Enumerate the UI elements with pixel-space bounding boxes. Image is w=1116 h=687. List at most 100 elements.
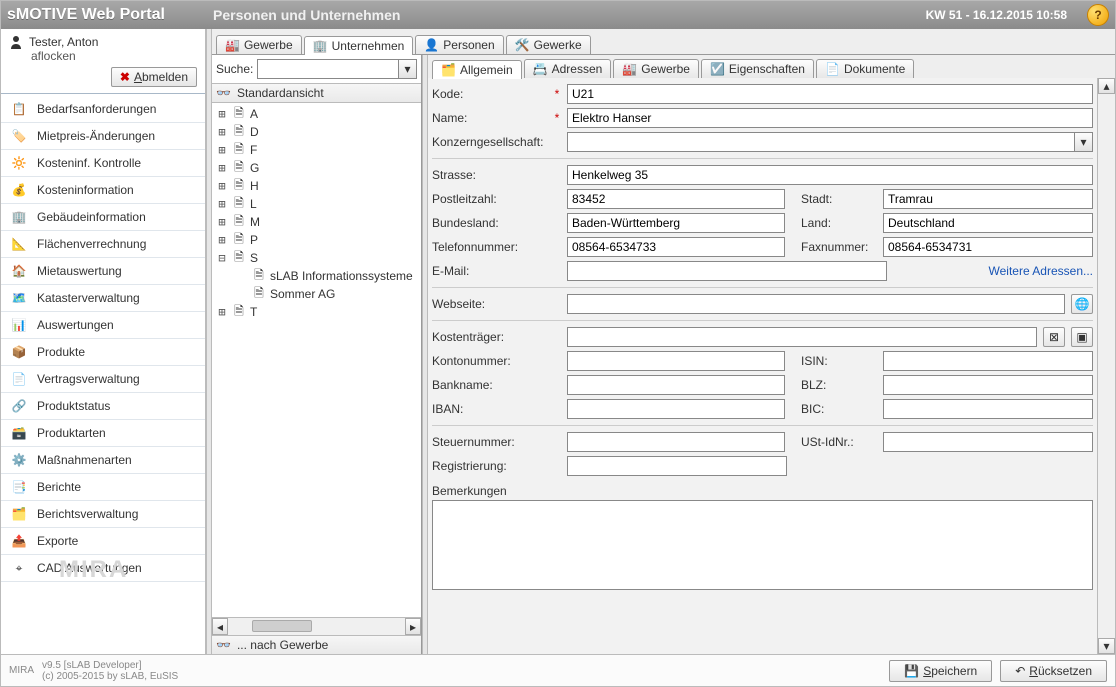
- nav-item-7[interactable]: 🗺️Katasterverwaltung: [1, 285, 205, 312]
- expander-icon[interactable]: ⊞: [216, 179, 228, 193]
- input-bundesland[interactable]: [567, 213, 785, 233]
- nav-item-17[interactable]: ⌖CAD Auswertungen: [1, 555, 205, 582]
- detail-tab-eigenschaften[interactable]: ☑️Eigenschaften: [701, 59, 814, 78]
- tree-node[interactable]: ⊞🗎T: [212, 303, 421, 321]
- document-icon: 🗎: [252, 284, 266, 305]
- input-iban[interactable]: [567, 399, 785, 419]
- tree-node[interactable]: ⊞🗎L: [212, 195, 421, 213]
- tree-node[interactable]: ⊞🗎M: [212, 213, 421, 231]
- input-kode[interactable]: [567, 84, 1093, 104]
- module-tab-gewerbe[interactable]: 🏭Gewerbe: [216, 35, 302, 54]
- detail-tab-dokumente[interactable]: 📄Dokumente: [816, 59, 914, 78]
- tree-node[interactable]: 🗎sLAB Informationssysteme: [212, 267, 421, 285]
- input-ust[interactable]: [883, 432, 1093, 452]
- input-konto[interactable]: [567, 351, 785, 371]
- input-blz[interactable]: [883, 375, 1093, 395]
- input-reg[interactable]: [567, 456, 787, 476]
- textarea-bemerkungen[interactable]: [432, 500, 1093, 590]
- tree-footer[interactable]: 👓 ... nach Gewerbe: [212, 635, 421, 654]
- scroll-thumb[interactable]: [252, 620, 312, 632]
- input-kostentraeger[interactable]: [567, 327, 1037, 347]
- nav-item-4[interactable]: 🏢Gebäudeinformation: [1, 204, 205, 231]
- save-button[interactable]: 💾 Speichern: [889, 660, 992, 682]
- input-plz[interactable]: [567, 189, 785, 209]
- nav-item-14[interactable]: 📑Berichte: [1, 474, 205, 501]
- scroll-left-icon[interactable]: ◂: [212, 618, 228, 635]
- module-tab-personen[interactable]: 👤Personen: [415, 35, 503, 54]
- logout-button[interactable]: ✖ Abmelden: [111, 67, 197, 87]
- detail-tab-adressen[interactable]: 📇Adressen: [524, 59, 612, 78]
- tree-hscrollbar[interactable]: ◂ ▸: [212, 617, 421, 635]
- input-bank[interactable]: [567, 375, 785, 395]
- scroll-up-icon[interactable]: ▴: [1098, 78, 1115, 94]
- reset-button[interactable]: ↶ Rücksetzen: [1000, 660, 1107, 682]
- detail-tabs: 🗂️Allgemein📇Adressen🏭Gewerbe☑️Eigenschaf…: [428, 55, 1115, 78]
- nav-item-2[interactable]: 🔆Kosteninf. Kontrolle: [1, 150, 205, 177]
- help-button[interactable]: ?: [1087, 4, 1109, 26]
- module-tab-gewerke[interactable]: 🛠️Gewerke: [506, 35, 591, 54]
- expander-icon[interactable]: ⊞: [216, 197, 228, 211]
- input-land[interactable]: [883, 213, 1093, 233]
- input-strasse[interactable]: [567, 165, 1093, 185]
- tree-node[interactable]: ⊞🗎D: [212, 123, 421, 141]
- globe-button[interactable]: 🌐: [1071, 294, 1093, 314]
- nav-item-11[interactable]: 🔗Produktstatus: [1, 393, 205, 420]
- expander-icon[interactable]: ⊟: [216, 251, 228, 265]
- scroll-down-icon[interactable]: ▾: [1098, 638, 1115, 654]
- input-tel[interactable]: [567, 237, 785, 257]
- label-iban: IBAN:: [432, 402, 547, 416]
- nav-item-label: Vertragsverwaltung: [37, 372, 140, 386]
- input-web[interactable]: [567, 294, 1065, 314]
- form-vscrollbar[interactable]: ▴ ▾: [1097, 78, 1115, 654]
- select-konzern[interactable]: ▾: [567, 132, 1093, 152]
- tree-node[interactable]: 🗎Sommer AG: [212, 285, 421, 303]
- undo-icon: ↶: [1015, 664, 1025, 678]
- nav-item-1[interactable]: 🏷️Mietpreis-Änderungen: [1, 123, 205, 150]
- chevron-down-icon[interactable]: ▾: [398, 60, 416, 78]
- detail-tab-allgemein[interactable]: 🗂️Allgemein: [432, 60, 522, 79]
- input-isin[interactable]: [883, 351, 1093, 371]
- input-name[interactable]: [567, 108, 1093, 128]
- expander-icon[interactable]: ⊞: [216, 233, 228, 247]
- nav-item-3[interactable]: 💰Kosteninformation: [1, 177, 205, 204]
- tree-node[interactable]: ⊞🗎G: [212, 159, 421, 177]
- tree-node[interactable]: ⊞🗎A: [212, 105, 421, 123]
- detail-tab-gewerbe[interactable]: 🏭Gewerbe: [613, 59, 699, 78]
- input-steuer[interactable]: [567, 432, 785, 452]
- tree-header[interactable]: 👓 Standardansicht: [212, 84, 421, 103]
- chevron-down-icon[interactable]: ▾: [1074, 133, 1092, 151]
- tree-node[interactable]: ⊞🗎P: [212, 231, 421, 249]
- expander-icon[interactable]: ⊞: [216, 143, 228, 157]
- search-combo[interactable]: ▾: [257, 59, 417, 79]
- expander-icon[interactable]: ⊞: [216, 161, 228, 175]
- input-email[interactable]: [567, 261, 887, 281]
- tree-node[interactable]: ⊞🗎H: [212, 177, 421, 195]
- scroll-right-icon[interactable]: ▸: [405, 618, 421, 635]
- label-konto: Kontonummer:: [432, 354, 547, 368]
- expander-icon[interactable]: ⊞: [216, 107, 228, 121]
- nav-item-label: Mietpreis-Änderungen: [37, 129, 155, 143]
- nav-item-8[interactable]: 📊Auswertungen: [1, 312, 205, 339]
- glasses-icon: 👓: [216, 86, 231, 100]
- nav-item-6[interactable]: 🏠Mietauswertung: [1, 258, 205, 285]
- nav-item-13[interactable]: ⚙️Maßnahmenarten: [1, 447, 205, 474]
- nav-item-15[interactable]: 🗂️Berichtsverwaltung: [1, 501, 205, 528]
- expander-icon[interactable]: ⊞: [216, 215, 228, 229]
- lookup-button[interactable]: ▣: [1071, 327, 1093, 347]
- input-fax[interactable]: [883, 237, 1093, 257]
- tree-node[interactable]: ⊟🗎S: [212, 249, 421, 267]
- nav-item-10[interactable]: 📄Vertragsverwaltung: [1, 366, 205, 393]
- input-bic[interactable]: [883, 399, 1093, 419]
- nav-item-0[interactable]: 📋Bedarfsanforderungen: [1, 96, 205, 123]
- nav-item-12[interactable]: 🗃️Produktarten: [1, 420, 205, 447]
- more-addresses-link[interactable]: Weitere Adressen...: [893, 264, 1093, 278]
- nav-item-9[interactable]: 📦Produkte: [1, 339, 205, 366]
- nav-item-5[interactable]: 📐Flächenverrechnung: [1, 231, 205, 258]
- nav-item-16[interactable]: 📤Exporte: [1, 528, 205, 555]
- module-tab-unternehmen[interactable]: 🏢Unternehmen: [304, 36, 414, 55]
- tree-node[interactable]: ⊞🗎F: [212, 141, 421, 159]
- expander-icon[interactable]: ⊞: [216, 305, 228, 319]
- input-stadt[interactable]: [883, 189, 1093, 209]
- expander-icon[interactable]: ⊞: [216, 125, 228, 139]
- clear-button[interactable]: ⊠: [1043, 327, 1065, 347]
